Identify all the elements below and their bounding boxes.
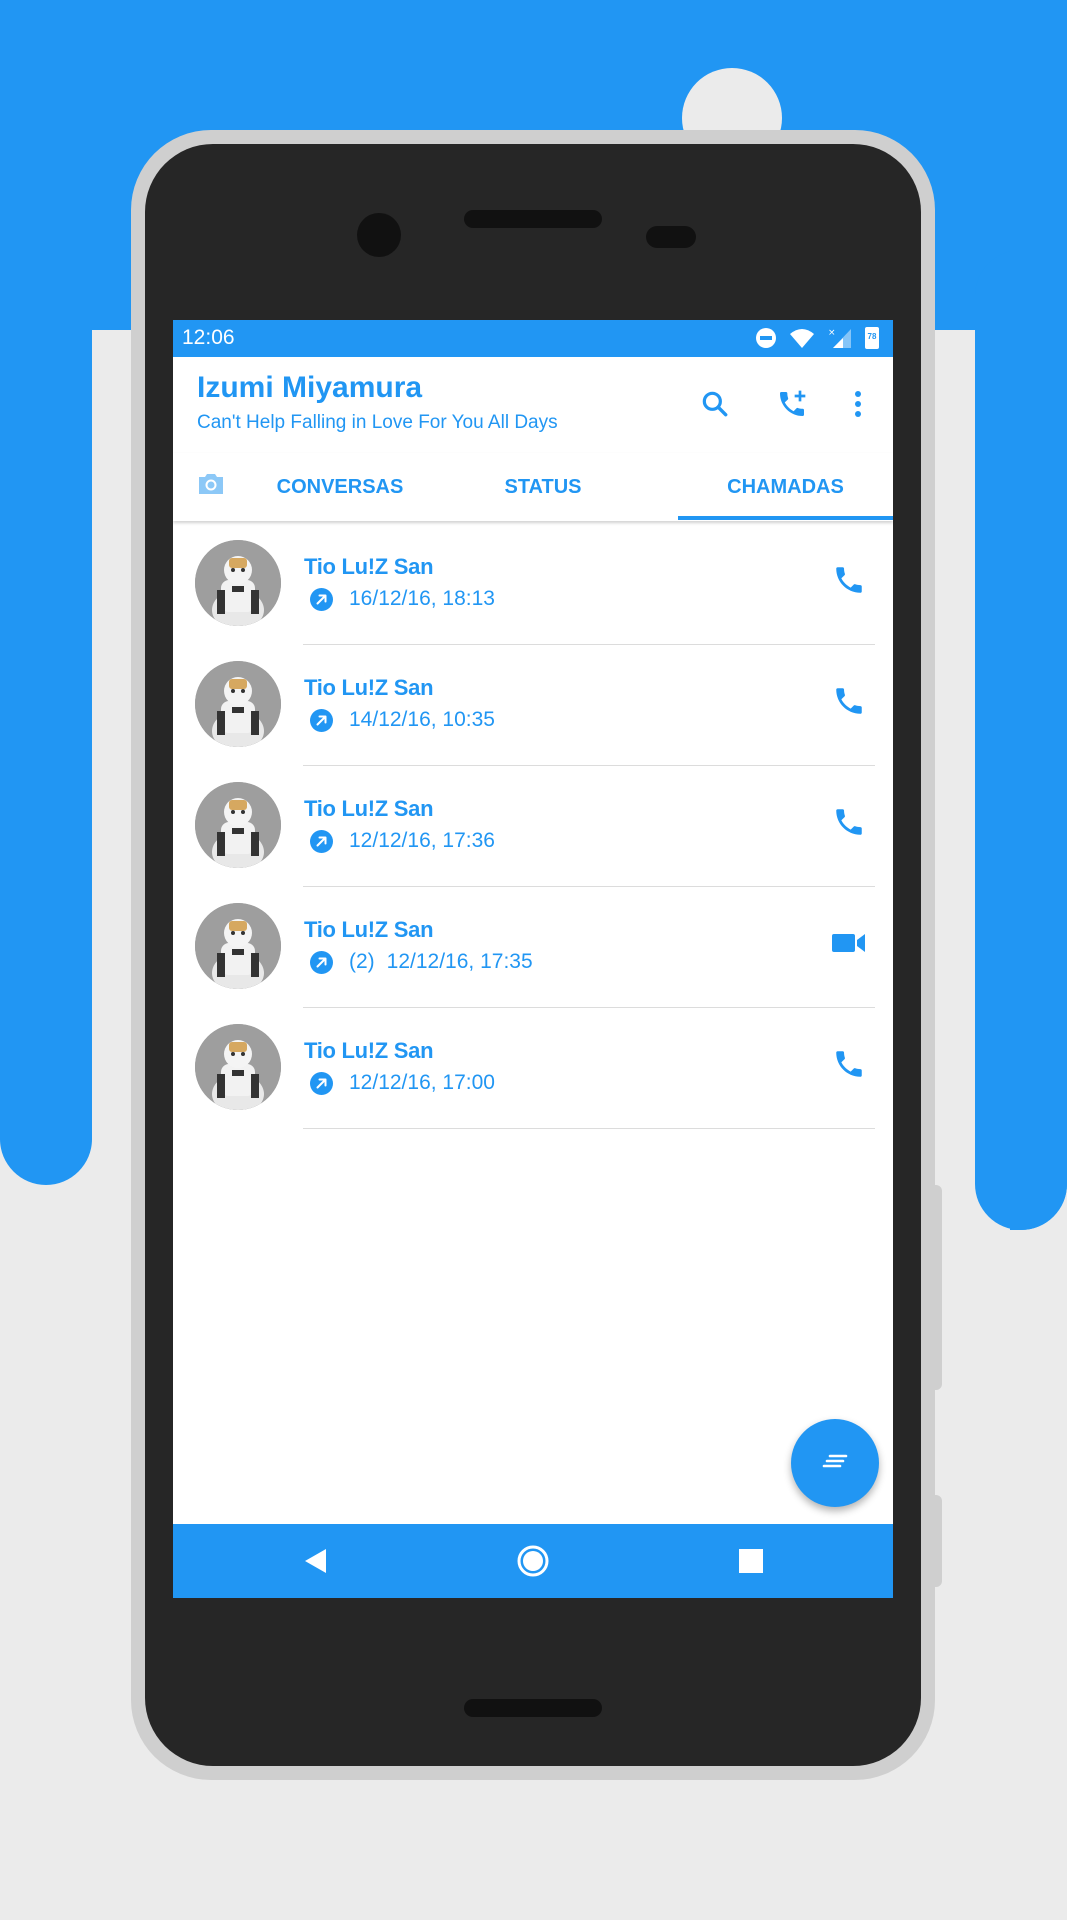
battery-level: 78 xyxy=(867,332,877,341)
video-call-icon[interactable] xyxy=(827,921,871,965)
tab-conversas[interactable]: CONVERSAS xyxy=(255,453,425,521)
call-contact-name: Tio Lu!Z San xyxy=(304,796,434,821)
search-icon[interactable] xyxy=(695,384,735,424)
app-screen: 12:06 × 78 Izumi Miyamura Can't Help Fal… xyxy=(173,320,893,1598)
status-icons: × 78 xyxy=(755,327,879,349)
new-call-fab[interactable] xyxy=(791,1419,879,1507)
recents-icon[interactable] xyxy=(731,1541,771,1581)
voice-call-icon[interactable] xyxy=(827,558,871,602)
camera-icon xyxy=(196,471,226,503)
call-row[interactable]: Tio Lu!Z San (2) 12/12/16, 17:35 xyxy=(173,887,893,1008)
home-icon[interactable] xyxy=(513,1541,553,1581)
add-call-icon[interactable] xyxy=(772,384,812,424)
status-bar: 12:06 × 78 xyxy=(173,320,893,357)
call-list: Tio Lu!Z San 16/12/16, 18:13 Tio Lu!Z San 1… xyxy=(173,524,893,1129)
outgoing-call-icon xyxy=(310,708,333,732)
call-datetime: 12/12/16, 17:00 xyxy=(349,1071,495,1094)
call-row[interactable]: Tio Lu!Z San 16/12/16, 18:13 xyxy=(173,524,893,645)
call-details: 12/12/16, 17:36 xyxy=(310,829,495,853)
battery-icon: 78 xyxy=(865,327,879,349)
status-time: 12:06 xyxy=(182,326,235,349)
outgoing-call-icon xyxy=(310,950,333,974)
more-vert-icon[interactable] xyxy=(838,384,878,424)
row-divider xyxy=(303,1128,875,1129)
call-datetime: 14/12/16, 10:35 xyxy=(349,708,495,731)
svg-text:×: × xyxy=(828,328,836,338)
avatar[interactable] xyxy=(195,903,281,989)
outgoing-call-icon xyxy=(310,829,333,853)
navigation-bar xyxy=(173,1524,893,1598)
proximity-sensor xyxy=(646,226,696,248)
active-tab-indicator xyxy=(678,516,893,520)
dialpad-icon xyxy=(820,1450,850,1477)
call-count: (2) xyxy=(349,950,375,973)
back-icon[interactable] xyxy=(295,1541,335,1581)
call-datetime: 16/12/16, 18:13 xyxy=(349,587,495,610)
voice-call-icon[interactable] xyxy=(827,1042,871,1086)
bottom-speaker xyxy=(464,1699,602,1717)
outgoing-call-icon xyxy=(310,1071,333,1095)
avatar[interactable] xyxy=(195,661,281,747)
tab-bar: CONVERSAS STATUS CHAMADAS xyxy=(173,453,893,521)
call-datetime: 12/12/16, 17:36 xyxy=(349,829,495,852)
call-details: (2) 12/12/16, 17:35 xyxy=(310,950,533,974)
profile-name: Izumi Miyamura xyxy=(197,371,423,404)
wifi-icon xyxy=(789,327,815,349)
tab-status[interactable]: STATUS xyxy=(463,453,623,521)
background-drip-left xyxy=(0,300,92,1185)
earpiece-speaker xyxy=(464,210,602,228)
call-details: 12/12/16, 17:00 xyxy=(310,1071,495,1095)
profile-status: Can't Help Falling in Love For You All D… xyxy=(197,412,558,433)
background-drip-right-edge xyxy=(1010,0,1067,1230)
phone-volume-button xyxy=(932,1185,942,1390)
call-row[interactable]: Tio Lu!Z San 12/12/16, 17:36 xyxy=(173,766,893,887)
call-contact-name: Tio Lu!Z San xyxy=(304,675,434,700)
call-row[interactable]: Tio Lu!Z San 12/12/16, 17:00 xyxy=(173,1008,893,1129)
phone-power-button xyxy=(932,1495,942,1587)
call-row[interactable]: Tio Lu!Z San 14/12/16, 10:35 xyxy=(173,645,893,766)
outgoing-call-icon xyxy=(310,587,333,611)
call-contact-name: Tio Lu!Z San xyxy=(304,917,434,942)
tab-chamadas[interactable]: CHAMADAS xyxy=(678,453,893,521)
voice-call-icon[interactable] xyxy=(827,800,871,844)
do-not-disturb-icon xyxy=(755,327,777,349)
front-camera xyxy=(357,213,401,257)
app-header: Izumi Miyamura Can't Help Falling in Lov… xyxy=(173,357,893,453)
call-contact-name: Tio Lu!Z San xyxy=(304,554,434,579)
avatar[interactable] xyxy=(195,1024,281,1110)
call-details: 14/12/16, 10:35 xyxy=(310,708,495,732)
avatar[interactable] xyxy=(195,782,281,868)
call-details: 16/12/16, 18:13 xyxy=(310,587,495,611)
signal-icon: × xyxy=(827,327,853,349)
tab-camera[interactable] xyxy=(189,453,233,521)
voice-call-icon[interactable] xyxy=(827,679,871,723)
call-datetime: 12/12/16, 17:35 xyxy=(386,950,533,973)
call-contact-name: Tio Lu!Z San xyxy=(304,1038,434,1063)
avatar[interactable] xyxy=(195,540,281,626)
